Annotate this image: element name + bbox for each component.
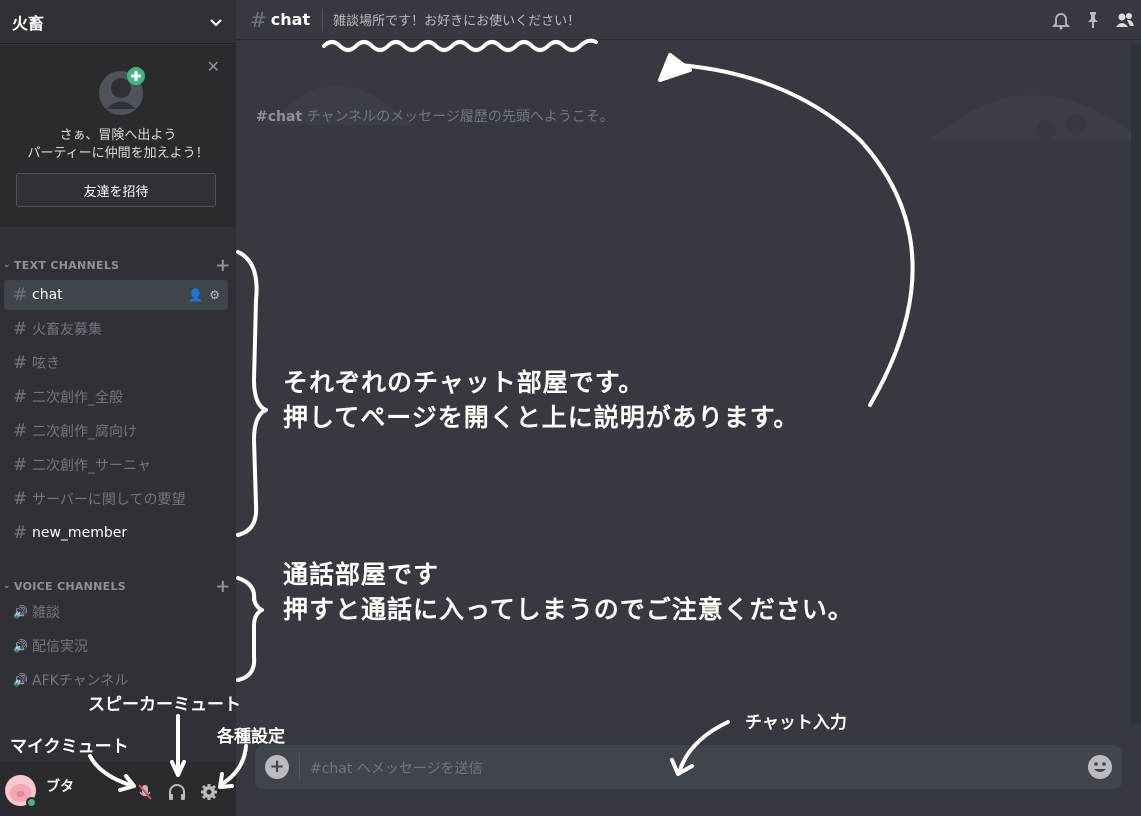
hash-icon: # [13, 455, 28, 475]
voice-channel-item[interactable]: 🔊 雑談 [4, 597, 228, 627]
annotation-text-channels-1: それぞれのチャット部屋です。 [283, 368, 645, 397]
hash-icon: # [13, 387, 28, 407]
chevron-down-icon: ⌄ [3, 581, 11, 591]
hash-icon: # [13, 421, 28, 441]
invite-message: さぁ、冒険へ出よう パーティーに仲間を加えよう！ [0, 127, 236, 163]
speaker-icon: 🔊 [13, 605, 28, 619]
channel-name: new_member [32, 525, 128, 541]
invite-card: ✕ さぁ、冒険へ出よう パーティーに仲間を加えよう！ 友達を招待 [0, 45, 236, 227]
annotation-text-channels-2: 押してページを開くと上に説明があります。 [283, 403, 800, 432]
hash-icon: # [13, 489, 28, 509]
add-member-icon[interactable]: 👤 [188, 288, 203, 302]
members-icon[interactable] [1115, 10, 1135, 30]
hash-icon: # [250, 7, 267, 32]
mic-muted-icon[interactable] [135, 782, 155, 802]
emoji-icon[interactable] [1088, 755, 1112, 779]
annotation-speaker-mute: スピーカーミュート [88, 695, 241, 715]
voice-channel-name: 雑談 [32, 605, 60, 621]
category-label: TEXT CHANNELS [14, 258, 120, 272]
category-label: VOICE CHANNELS [14, 579, 127, 593]
gear-icon[interactable] [199, 782, 219, 802]
channel-name: 二次創作_腐向け [32, 424, 137, 440]
annotation-settings: 各種設定 [217, 727, 285, 747]
channel-item[interactable]: # 二次創作_腐向け [4, 416, 228, 446]
channel-item[interactable]: # 呟き [4, 348, 228, 378]
chevron-down-icon [210, 18, 222, 26]
channel-name: 二次創作_サーニャ [32, 458, 151, 474]
category-text-channels[interactable]: ⌄ TEXT CHANNELS + [0, 255, 236, 276]
channel-chat[interactable]: # chat 👤 ⚙ [4, 280, 228, 310]
plus-icon[interactable]: + [210, 576, 236, 597]
channel-title: chat [270, 10, 311, 29]
category-voice-channels[interactable]: ⌄ VOICE CHANNELS + [0, 576, 236, 597]
channel-name: 火畜友募集 [32, 322, 102, 338]
user-panel: ブタ [0, 762, 236, 816]
welcome-text: チャンネルのメッセージ履歴の先頭へようこそ。 [306, 109, 614, 125]
channel-item[interactable]: # 二次創作_サーニャ [4, 450, 228, 480]
chevron-down-icon: ⌄ [3, 260, 11, 270]
invite-line-1: さぁ、冒険へ出よう [59, 128, 177, 143]
message-input[interactable]: #chat へメッセージを送信 [310, 758, 1010, 778]
channel-name: 二次創作_全般 [32, 390, 123, 406]
plus-icon[interactable]: + [265, 755, 289, 779]
gear-icon[interactable]: ⚙ [209, 288, 220, 302]
server-header[interactable]: 火畜 [0, 0, 236, 44]
close-icon[interactable]: ✕ [207, 57, 220, 76]
composer-divider [299, 753, 300, 781]
username: ブタ [46, 779, 74, 795]
server-name: 火畜 [12, 13, 45, 33]
speaker-icon: 🔊 [13, 639, 28, 653]
header-divider [322, 8, 324, 31]
welcome-message: #chat チャンネルのメッセージ履歴の先頭へようこそ。 [256, 106, 614, 126]
hash-icon: # [13, 353, 28, 373]
channel-name: サーバーに関しての要望 [32, 492, 186, 508]
hash-icon: # [13, 285, 28, 305]
scrollbar[interactable] [1131, 44, 1141, 724]
voice-channel-name: AFKチャンネル [32, 673, 129, 689]
pin-icon[interactable] [1083, 10, 1103, 30]
channel-new-member[interactable]: # new_member [4, 518, 228, 548]
online-status-dot [26, 797, 37, 808]
headphones-icon[interactable] [167, 782, 187, 802]
hash-icon: # [13, 523, 28, 543]
channel-header: # chat 雑談場所です！お好きにお使いください！ [236, 0, 1141, 40]
hash-icon: # [13, 319, 28, 339]
channel-topic[interactable]: 雑談場所です！お好きにお使いください！ [333, 10, 1051, 29]
invite-friends-button[interactable]: 友達を招待 [16, 173, 216, 207]
invite-line-2: パーティーに仲間を加えよう！ [27, 146, 209, 161]
bell-icon[interactable] [1051, 10, 1071, 30]
welcome-channel: #chat [256, 109, 303, 125]
annotation-voice-1: 通話部屋です [283, 560, 440, 589]
channel-item[interactable]: # サーバーに関しての要望 [4, 484, 228, 514]
channel-name: chat [32, 287, 63, 303]
channel-name: 呟き [32, 356, 60, 372]
annotation-voice-2: 押すと通話に入ってしまうのでご注意ください。 [283, 595, 854, 624]
channel-item[interactable]: # 二次創作_全般 [4, 382, 228, 412]
discord-app: 火畜 ✕ さぁ、冒険へ出よう パーティーに仲間を加えよう！ 友達を招待 ⌄ TE… [0, 0, 1141, 816]
voice-channel-item[interactable]: 🔊 配信実況 [4, 631, 228, 661]
plus-icon[interactable]: + [210, 255, 236, 276]
voice-channel-name: 配信実況 [32, 639, 88, 655]
channel-item[interactable]: # 火畜友募集 [4, 314, 228, 344]
annotation-chat-input: チャット入力 [745, 713, 847, 733]
message-composer: + #chat へメッセージを送信 [255, 745, 1122, 789]
add-friend-avatar-icon [99, 67, 145, 115]
annotation-mic-mute: マイクミュート [10, 737, 129, 757]
speaker-icon: 🔊 [13, 673, 28, 687]
